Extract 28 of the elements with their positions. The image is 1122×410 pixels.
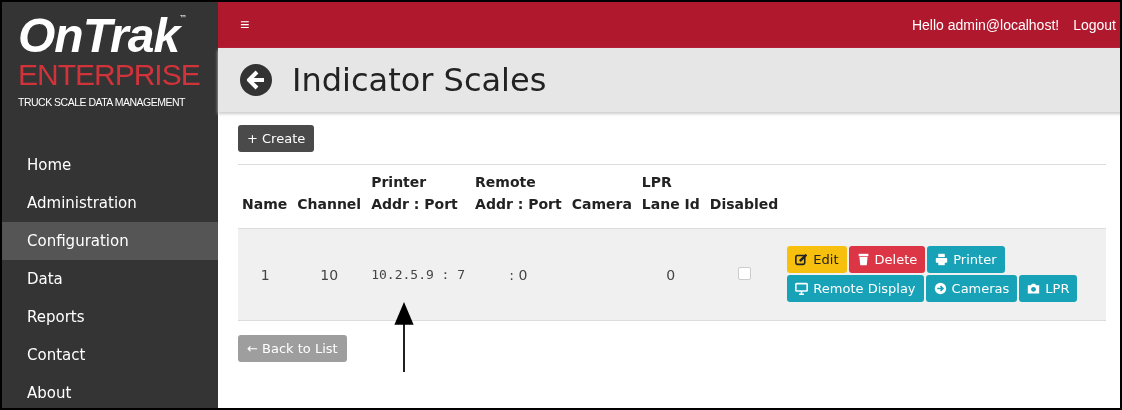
trademark-mark: ™ xyxy=(179,14,188,23)
sidebar-item[interactable]: Data xyxy=(2,260,218,298)
greeting-text: Hello admin@localhost! xyxy=(911,17,1060,33)
logo-tagline: TRUCK SCALE DATA MANAGEMENT xyxy=(18,96,186,108)
logout-link[interactable]: Logout xyxy=(1073,17,1116,33)
page-title: Indicator Scales xyxy=(292,61,547,99)
sidebar-item[interactable]: Configuration xyxy=(2,222,218,260)
table-cell: 1 xyxy=(260,266,270,283)
menu-button[interactable]: ≡ xyxy=(240,16,250,34)
sidebar-item[interactable]: Reports xyxy=(2,298,218,336)
column-header: Channel xyxy=(297,195,362,214)
create-button[interactable]: + Create xyxy=(238,125,315,152)
table-cell: 0 xyxy=(666,266,676,283)
column-header: Printer Addr : Port xyxy=(371,173,458,214)
column-header: Disabled xyxy=(709,195,779,214)
column-header: Remote Addr : Port xyxy=(475,173,562,214)
sidebar-item[interactable]: About xyxy=(2,374,218,408)
delete-button[interactable]: Delete xyxy=(848,245,926,273)
table-cell: 10.2.5.9 : 7 xyxy=(371,267,466,282)
table-cell: : 0 xyxy=(509,266,528,283)
sidebar-item[interactable]: Contact xyxy=(2,336,218,374)
table-cell: 10 xyxy=(320,266,339,283)
column-header: LPR Lane Id xyxy=(641,173,700,214)
sidebar-item[interactable]: Home xyxy=(2,146,218,184)
column-header: Camera xyxy=(571,195,632,214)
column-header: Name xyxy=(242,195,288,214)
edit-button[interactable]: Edit xyxy=(787,245,847,273)
sidebar-item[interactable]: Administration xyxy=(2,184,218,222)
